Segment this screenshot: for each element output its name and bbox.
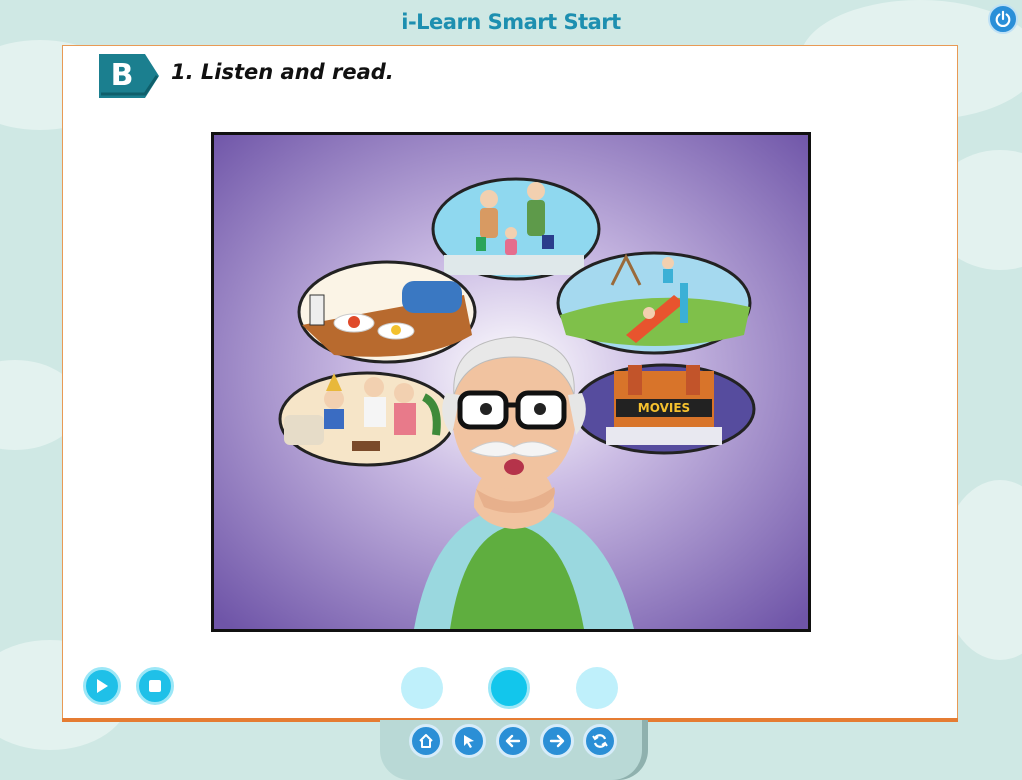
movies-sign: MOVIES (638, 401, 690, 415)
pointer-button[interactable] (452, 724, 486, 758)
page-dot-2-active[interactable] (488, 667, 530, 709)
stop-icon (149, 680, 161, 692)
section-letter: B (110, 58, 134, 93)
app-title: i-Learn Smart Start (401, 10, 621, 34)
page-dot-3[interactable] (576, 667, 618, 709)
forward-icon (549, 734, 565, 748)
back-button[interactable] (496, 724, 530, 758)
lesson-panel: B 1. Listen and read. MOVIES (62, 45, 958, 719)
bubble-playground (556, 251, 752, 355)
pointer-icon (464, 735, 474, 748)
bubble-movies: MOVIES (572, 363, 756, 455)
back-icon (505, 734, 521, 748)
refresh-button[interactable] (583, 724, 617, 758)
bubble-birthday (278, 371, 456, 467)
refresh-icon (592, 734, 608, 748)
play-icon (97, 679, 108, 693)
instruction-text: 1. Listen and read. (171, 60, 394, 84)
forward-button[interactable] (540, 724, 574, 758)
bubble-grandparents (431, 177, 601, 281)
power-button[interactable] (988, 4, 1018, 34)
power-icon (995, 10, 1011, 28)
play-button[interactable] (83, 667, 121, 705)
bubble-cooking (297, 260, 477, 364)
story-illustration: MOVIES (211, 132, 811, 632)
page-dot-1[interactable] (401, 667, 443, 709)
home-icon (419, 734, 433, 748)
home-button[interactable] (409, 724, 443, 758)
stop-button[interactable] (136, 667, 174, 705)
